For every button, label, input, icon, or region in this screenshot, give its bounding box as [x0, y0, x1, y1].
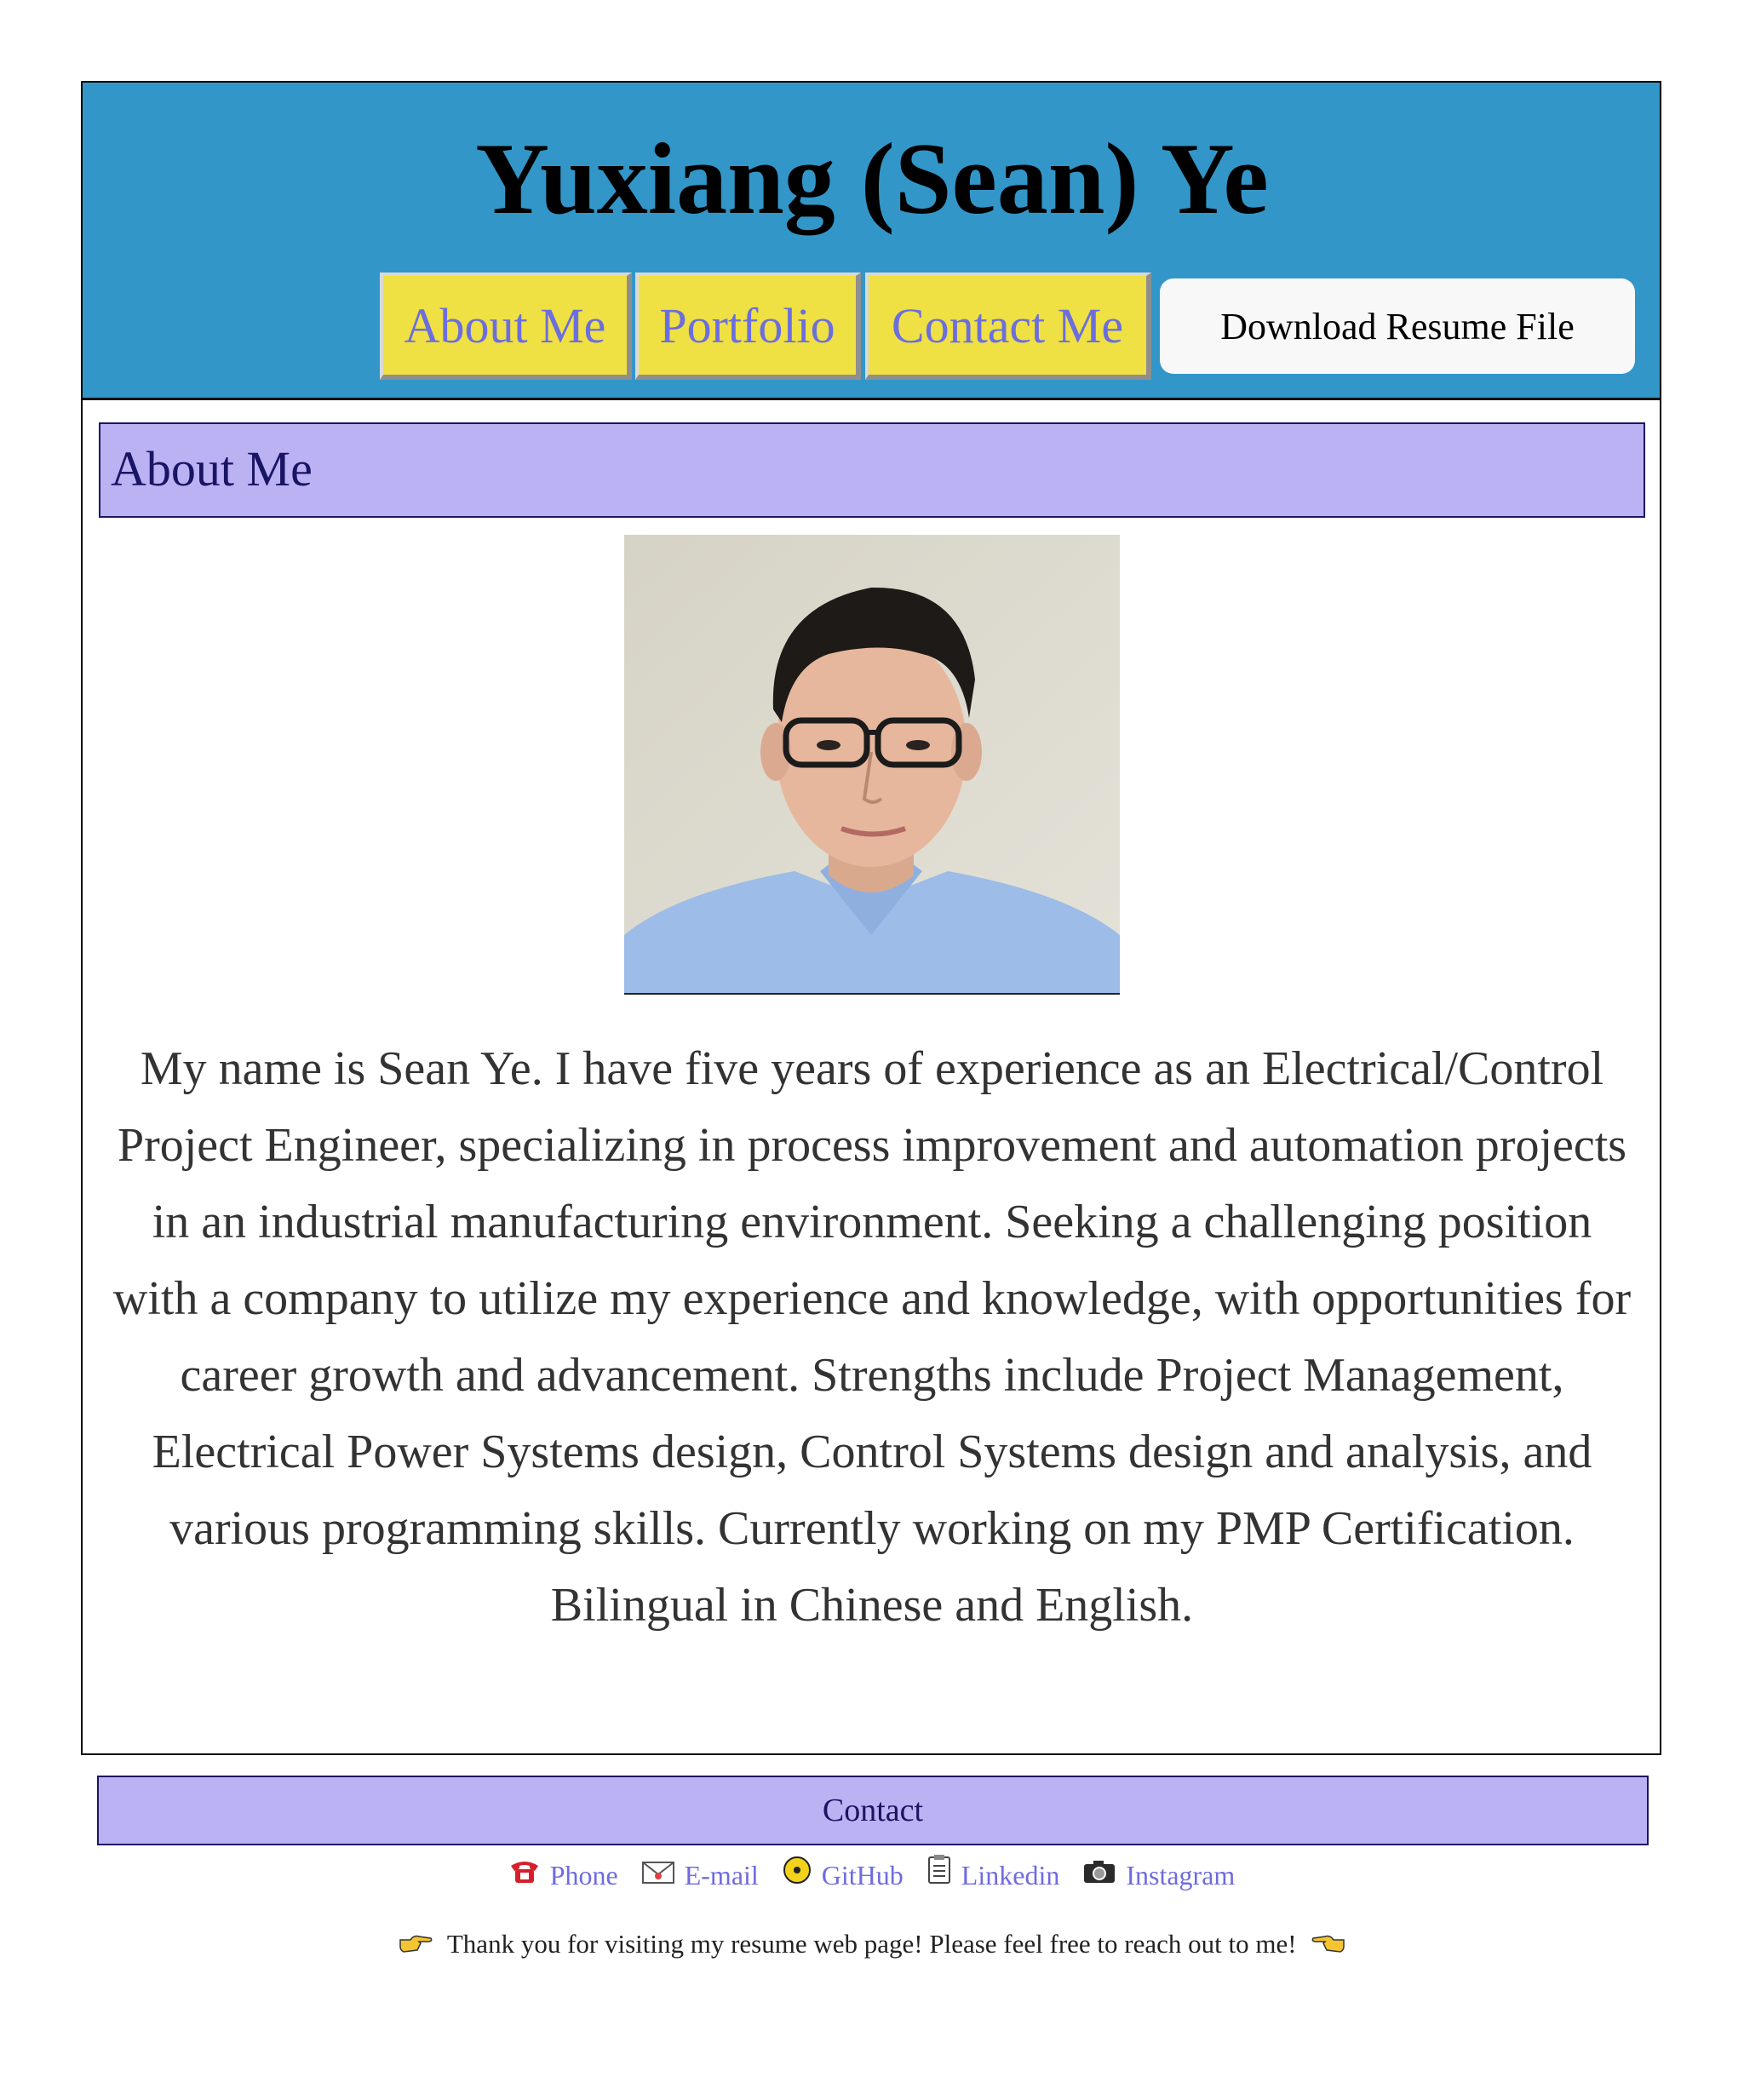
phone-link[interactable]: Phone	[509, 1852, 618, 1898]
github-link[interactable]: GitHub	[783, 1852, 904, 1898]
camera-icon	[1083, 1852, 1116, 1898]
linkedin-link[interactable]: Linkedin	[927, 1852, 1060, 1898]
download-resume-button[interactable]: Download Resume File	[1160, 278, 1635, 374]
envelope-icon	[641, 1852, 674, 1898]
contact-links: Phone E-mail GitHub Linkedin Instagram	[0, 1852, 1744, 1898]
thank-you-message: Thank you for visiting my resume web pag…	[0, 1923, 1744, 1968]
linkedin-link-label: Linkedin	[961, 1860, 1060, 1891]
nav-contact-me-button[interactable]: Contact Me	[865, 273, 1151, 380]
thank-you-text: Thank you for visiting my resume web pag…	[446, 1929, 1297, 1959]
email-link-label: E-mail	[684, 1860, 759, 1891]
pointing-right-hand-icon	[399, 1925, 433, 1968]
profile-photo	[624, 535, 1120, 995]
instagram-link-label: Instagram	[1126, 1860, 1236, 1891]
nav-about-me-button[interactable]: About Me	[380, 273, 632, 380]
about-me-section-header: About Me	[99, 422, 1645, 518]
site-title: Yuxiang (Sean) Ye	[475, 122, 1269, 235]
phone-link-label: Phone	[549, 1860, 618, 1891]
instagram-link[interactable]: Instagram	[1083, 1852, 1235, 1898]
about-me-bio: My name is Sean Ye. I have five years of…	[112, 1042, 1632, 1632]
profile-photo-image	[624, 535, 1120, 993]
contact-section-header: Contact	[97, 1776, 1649, 1845]
email-link[interactable]: E-mail	[641, 1852, 759, 1898]
pointing-left-hand-icon	[1311, 1925, 1345, 1968]
clipboard-icon	[927, 1852, 951, 1898]
nav-portfolio-button[interactable]: Portfolio	[635, 273, 861, 380]
telephone-icon	[509, 1852, 540, 1898]
github-link-label: GitHub	[821, 1860, 904, 1891]
contact-heading: Contact	[822, 1793, 924, 1828]
about-me-heading: About Me	[111, 441, 313, 496]
disc-icon	[783, 1852, 812, 1898]
